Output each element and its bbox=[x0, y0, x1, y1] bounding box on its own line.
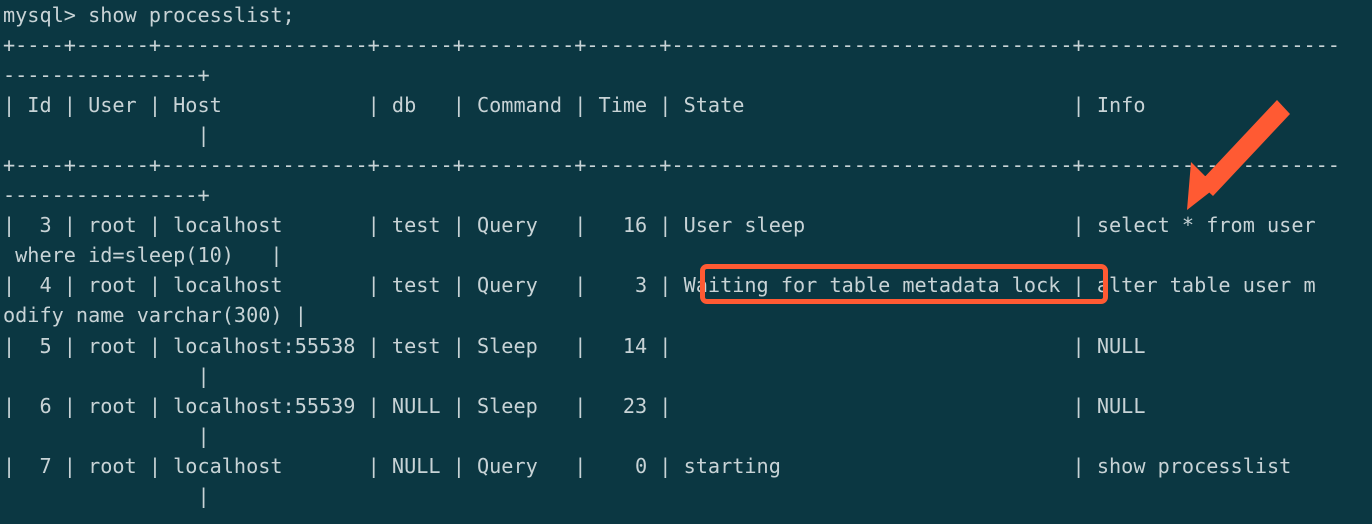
terminal-line-row3-b: where id=sleep(10) | bbox=[3, 243, 283, 268]
terminal-line-row5-b: | bbox=[3, 363, 210, 388]
terminal-window[interactable]: mysql> show processlist; +----+------+---… bbox=[0, 0, 1372, 524]
terminal-line-sep-top-b: ----------------+ bbox=[3, 63, 210, 88]
terminal-line-row4-a: | 4 | root | localhost | test | Query | … bbox=[3, 273, 1316, 298]
terminal-line-header-a: | Id | User | Host | db | Command | Time… bbox=[3, 93, 1340, 118]
terminal-line-sep-mid-b: ----------------+ bbox=[3, 183, 210, 208]
terminal-line-sep-mid-a: +----+------+-----------------+------+--… bbox=[3, 153, 1340, 178]
terminal-line-row7-a: | 7 | root | localhost | NULL | Query | … bbox=[3, 453, 1340, 478]
terminal-line-row7-b: | bbox=[3, 483, 210, 508]
terminal-line-header-b: | bbox=[3, 123, 210, 148]
terminal-line-row3-a: | 3 | root | localhost | test | Query | … bbox=[3, 213, 1340, 238]
terminal-line-row4-b: odify name varchar(300) | bbox=[3, 303, 307, 328]
terminal-line-row6-b: | bbox=[3, 423, 210, 448]
terminal-line-sep-top-a: +----+------+-----------------+------+--… bbox=[3, 33, 1340, 58]
terminal-line-row6-a: | 6 | root | localhost:55539 | NULL | Sl… bbox=[3, 393, 1340, 418]
terminal-line-prompt: mysql> show processlist; bbox=[3, 3, 295, 27]
terminal-output: mysql> show processlist; +----+------+---… bbox=[3, 0, 1340, 511]
terminal-line-row5-a: | 5 | root | localhost:55538 | test | Sl… bbox=[3, 333, 1340, 358]
